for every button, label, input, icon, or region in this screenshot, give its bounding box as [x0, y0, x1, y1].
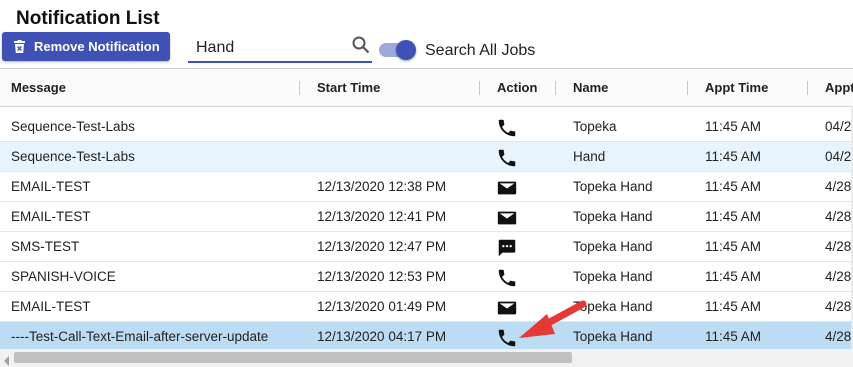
table-row[interactable]: EMAIL-TEST 12/13/2020 01:49 PM Topeka Ha… — [0, 292, 853, 322]
cell-appt: 4/28 — [825, 209, 852, 224]
cell-appt: 4/28 — [825, 239, 852, 254]
cell-start-time: 12/13/2020 12:41 PM — [317, 209, 447, 224]
search-all-jobs-toggle[interactable] — [379, 40, 416, 60]
phone-icon[interactable] — [496, 117, 522, 139]
horizontal-scrollbar[interactable] — [0, 349, 853, 367]
cell-start-time: 12/13/2020 12:47 PM — [317, 239, 447, 254]
table-row[interactable]: SPANISH-VOICE 12/13/2020 12:53 PM Topeka… — [0, 262, 853, 292]
column-separator[interactable] — [299, 81, 300, 95]
remove-notification-button[interactable]: Remove Notification — [2, 32, 170, 61]
cell-appt-time: 11:45 AM — [705, 239, 762, 254]
column-header-appt-time[interactable]: Appt Time — [705, 80, 768, 95]
cell-name: Topeka Hand — [573, 179, 653, 194]
column-header-name[interactable]: Name — [573, 80, 608, 95]
cell-message: ----Test-Call-Text-Email-after-server-up… — [11, 329, 269, 344]
table-row[interactable]: SMS-TEST 12/13/2020 12:47 PM Topeka Hand… — [0, 232, 853, 262]
cell-appt: 4/28 — [825, 299, 852, 314]
cell-appt: 04/2 — [825, 149, 852, 164]
cell-appt-time: 11:45 AM — [705, 269, 762, 284]
cell-name: Topeka Hand — [573, 269, 653, 284]
cell-appt: 4/28 — [825, 269, 852, 284]
table-row[interactable]: Sequence-Test-Labs Hand 11:45 AM 04/2 — [0, 142, 853, 172]
cell-message: EMAIL-TEST — [11, 299, 91, 314]
column-header-appt[interactable]: Appt — [825, 80, 853, 95]
column-separator[interactable] — [479, 81, 480, 95]
cell-message: EMAIL-TEST — [11, 179, 91, 194]
cell-appt: 04/2 — [825, 119, 852, 134]
red-arrow-icon — [519, 300, 587, 338]
scroll-left-icon[interactable] — [4, 353, 10, 367]
cell-message: Sequence-Test-Labs — [11, 119, 135, 134]
cell-message: SMS-TEST — [11, 239, 80, 254]
search-input[interactable] — [196, 36, 346, 60]
cell-name: Topeka Hand — [573, 239, 653, 254]
page-title: Notification List — [16, 8, 160, 29]
cell-appt-time: 11:45 AM — [705, 119, 762, 134]
cell-name: Topeka — [573, 119, 617, 134]
cell-message: SPANISH-VOICE — [11, 269, 116, 284]
cell-appt-time: 11:45 AM — [705, 149, 762, 164]
column-separator[interactable] — [555, 81, 556, 95]
search-box — [188, 33, 372, 63]
remove-notification-label: Remove Notification — [34, 39, 160, 54]
cell-name: Topeka Hand — [573, 209, 653, 224]
table-row-selected[interactable]: ----Test-Call-Text-Email-after-server-up… — [0, 322, 853, 352]
column-header-start-time[interactable]: Start Time — [317, 80, 380, 95]
toggle-knob — [396, 40, 416, 60]
column-header-action[interactable]: Action — [497, 80, 537, 95]
cell-start-time: 12/13/2020 12:53 PM — [317, 269, 447, 284]
cell-appt-time: 11:45 AM — [705, 299, 762, 314]
cell-start-time: 12/13/2020 01:49 PM — [317, 299, 447, 314]
column-separator[interactable] — [807, 81, 808, 95]
cell-appt-time: 11:45 AM — [705, 329, 762, 344]
phone-icon[interactable] — [496, 267, 522, 289]
scrollbar-thumb[interactable] — [14, 352, 572, 363]
cell-message: EMAIL-TEST — [11, 209, 91, 224]
cell-start-time: 12/13/2020 04:17 PM — [317, 329, 447, 344]
table-row[interactable]: Sequence-Test-Labs Topeka 11:45 AM 04/2 — [0, 112, 853, 142]
cell-message: Sequence-Test-Labs — [11, 149, 135, 164]
phone-icon[interactable] — [496, 147, 522, 169]
cell-appt-time: 11:45 AM — [705, 179, 762, 194]
email-icon[interactable] — [496, 207, 522, 229]
cell-appt-time: 11:45 AM — [705, 209, 762, 224]
cell-appt: 4/28 — [825, 179, 852, 194]
cell-name: Hand — [573, 149, 606, 164]
column-separator[interactable] — [687, 81, 688, 95]
search-all-jobs-label: Search All Jobs — [425, 42, 536, 59]
table-row[interactable]: EMAIL-TEST 12/13/2020 12:38 PM Topeka Ha… — [0, 172, 853, 202]
grid-header: Message Start Time Action Name Appt Time… — [0, 69, 853, 107]
sms-icon[interactable] — [496, 237, 522, 259]
table-row[interactable]: EMAIL-TEST 12/13/2020 12:41 PM Topeka Ha… — [0, 202, 853, 232]
cell-start-time: 12/13/2020 12:38 PM — [317, 179, 447, 194]
column-header-message[interactable]: Message — [11, 80, 66, 95]
cell-appt: 4/28 — [825, 329, 852, 344]
email-icon[interactable] — [496, 177, 522, 199]
trash-icon — [14, 40, 25, 53]
notification-grid: Message Start Time Action Name Appt Time… — [0, 68, 853, 367]
search-icon[interactable] — [352, 36, 370, 59]
